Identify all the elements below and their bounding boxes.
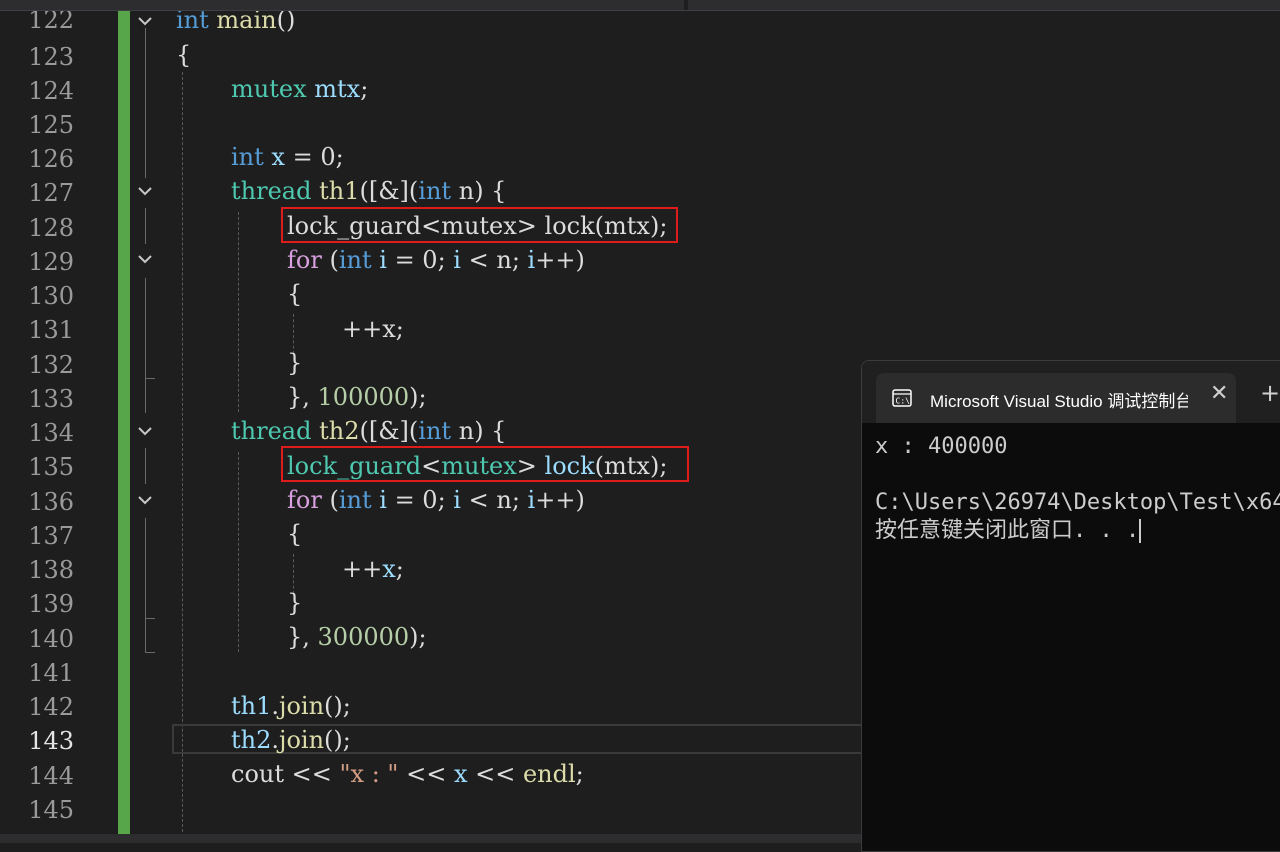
line-number: 141 [28,659,74,687]
code-line: cout << "x : " << x << endl; [231,760,584,788]
code-line: { [176,41,192,69]
line-number: 142 [28,693,74,721]
code-line: ++x; [342,315,404,343]
line-number: 127 [28,179,74,207]
output-line: x : 400000 [875,434,1008,459]
code-line: for (int i = 0; i < n; i++) [287,486,585,514]
line-number: 130 [28,282,74,310]
svg-text:C:\: C:\ [896,397,911,406]
fold-outline [145,278,146,413]
terminal-tab-bar: C:\ Microsoft Visual Studio 调试控制台 ✕ + [862,361,1280,423]
code-line: mutex mtx; [231,75,369,103]
annotation-highlight-box [281,446,689,482]
line-number-gutter: 122 123 124 125 126 127 128 129 130 131 … [0,6,118,836]
terminal-tab[interactable]: C:\ Microsoft Visual Studio 调试控制台 ✕ [876,373,1236,423]
output-line: 按任意键关闭此窗口. . . [875,518,1140,543]
console-app-icon: C:\ [892,389,912,407]
code-line: { [287,280,303,308]
fold-chevron-icon[interactable] [136,243,154,277]
line-number: 140 [28,625,74,653]
fold-outline [145,208,146,244]
code-line: thread th2([&](int n) { [231,417,507,445]
debug-console-window[interactable]: C:\ Microsoft Visual Studio 调试控制台 ✕ + x … [861,360,1280,852]
line-number: 131 [28,316,74,344]
fold-outline [145,28,146,178]
new-tab-icon[interactable]: + [1260,379,1280,407]
terminal-output: x : 400000 C:\Users\26974\Desktop\Test\x6… [875,433,1280,545]
code-line: for (int i = 0; i < n; i++) [287,246,585,274]
line-number: 139 [28,590,74,618]
code-line: }, 300000); [287,623,427,651]
indent-guide [238,452,239,652]
fold-outline [145,448,146,484]
line-number-current: 143 [28,727,74,755]
code-line: th1.join(); [231,692,351,720]
code-line: } [287,589,303,617]
tab-strip-separator [684,0,688,10]
fold-outline [145,618,155,619]
annotation-highlight-box [281,207,678,243]
line-number: 123 [28,43,74,71]
fold-outline [145,652,155,653]
line-number: 134 [28,419,74,447]
fold-chevron-icon[interactable] [136,175,154,209]
line-number: 125 [28,111,74,139]
code-line: } [287,349,303,377]
line-number: 135 [28,453,74,481]
line-number: 145 [28,796,74,824]
line-number: 124 [28,77,74,105]
change-tracking-bar [118,10,130,836]
indent-guide [238,212,239,412]
code-line: thread th1([&](int n) { [231,177,507,205]
fold-chevron-icon[interactable] [136,484,154,518]
line-number: 128 [28,214,74,242]
line-number: 129 [28,248,74,276]
line-number: 133 [28,385,74,413]
code-line: { [287,520,303,548]
line-number: 138 [28,556,74,584]
code-line: ++x; [342,555,404,583]
line-number: 126 [28,145,74,173]
line-number: 137 [28,522,74,550]
terminal-tab-title: Microsoft Visual Studio 调试控制台 [930,392,1188,411]
editor-tab-strip [0,0,1280,11]
line-number: 136 [28,488,74,516]
fold-outline [145,518,146,653]
text-cursor [1139,519,1142,543]
line-number: 144 [28,762,74,790]
fold-outline [145,378,155,379]
fold-chevron-icon[interactable] [136,415,154,449]
code-line: }, 100000); [287,383,427,411]
code-line: int x = 0; [231,143,344,171]
indent-guide [182,72,183,832]
line-number: 132 [28,351,74,379]
code-line-current: th2.join(); [231,726,351,754]
close-icon[interactable]: ✕ [1210,381,1228,406]
output-line: C:\Users\26974\Desktop\Test\x64\Debug\Te… [875,490,1280,515]
